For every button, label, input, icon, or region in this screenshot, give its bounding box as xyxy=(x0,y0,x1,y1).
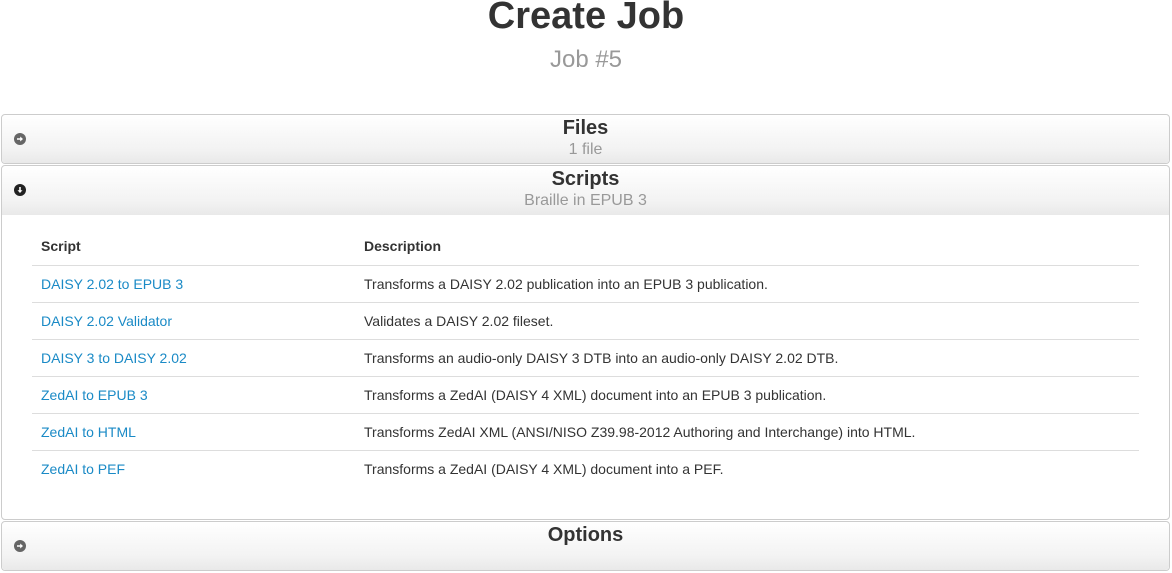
table-header-row: Script Description xyxy=(32,228,1139,266)
script-description: Transforms a DAISY 2.02 publication into… xyxy=(355,265,1139,303)
scripts-section-header[interactable]: Scripts Braille in EPUB 3 xyxy=(2,166,1169,215)
table-row: DAISY 2.02 Validator Validates a DAISY 2… xyxy=(32,302,1139,340)
column-header-description: Description xyxy=(355,228,1139,266)
table-row: ZedAI to EPUB 3 Transforms a ZedAI (DAIS… xyxy=(32,376,1139,414)
script-description: Transforms a ZedAI (DAISY 4 XML) documen… xyxy=(355,376,1139,414)
script-link[interactable]: DAISY 2.02 to EPUB 3 xyxy=(41,276,183,292)
scripts-section: Scripts Braille in EPUB 3 Script Descrip… xyxy=(1,165,1170,520)
files-section: Files 1 file xyxy=(1,114,1170,164)
script-description: Transforms ZedAI XML (ANSI/NISO Z39.98-2… xyxy=(355,413,1139,451)
script-description: Transforms a ZedAI (DAISY 4 XML) documen… xyxy=(364,460,724,477)
page-title: Create Job xyxy=(487,0,685,37)
script-link[interactable]: ZedAI to PEF xyxy=(41,461,125,477)
files-section-header[interactable]: Files 1 file xyxy=(2,115,1169,163)
arrow-down-circle-icon[interactable] xyxy=(14,184,26,196)
files-section-summary: 1 file xyxy=(568,141,603,158)
script-description: Transforms an audio-only DAISY 3 DTB int… xyxy=(355,339,1139,377)
scripts-section-summary: Braille in EPUB 3 xyxy=(524,192,647,209)
table-row: ZedAI to PEF Transforms a ZedAI (DAISY 4… xyxy=(32,450,1139,487)
script-link[interactable]: ZedAI to HTML xyxy=(41,424,136,440)
page-header: Create Job Job #5 xyxy=(0,0,1172,114)
table-row: DAISY 2.02 to EPUB 3 Transforms a DAISY … xyxy=(32,265,1139,303)
table-row: DAISY 3 to DAISY 2.02 Transforms an audi… xyxy=(32,339,1139,377)
script-description: Validates a DAISY 2.02 fileset. xyxy=(355,302,1139,340)
arrow-right-circle-icon[interactable] xyxy=(14,133,26,145)
options-section-header[interactable]: Options xyxy=(2,522,1169,570)
column-header-script: Script xyxy=(32,228,355,266)
script-link[interactable]: ZedAI to EPUB 3 xyxy=(41,387,148,403)
scripts-section-title: Scripts xyxy=(551,168,620,190)
arrow-right-circle-icon[interactable] xyxy=(14,540,26,552)
page-subtitle: Job #5 xyxy=(549,46,623,73)
files-section-title: Files xyxy=(562,117,609,139)
table-row: ZedAI to HTML Transforms ZedAI XML (ANSI… xyxy=(32,413,1139,451)
options-section: Options xyxy=(1,521,1170,571)
script-link[interactable]: DAISY 3 to DAISY 2.02 xyxy=(41,350,187,366)
scripts-table: Script Description DAISY 2.02 to EPUB 3 … xyxy=(32,228,1139,487)
options-section-title: Options xyxy=(547,524,624,546)
script-link[interactable]: DAISY 2.02 Validator xyxy=(41,313,172,329)
